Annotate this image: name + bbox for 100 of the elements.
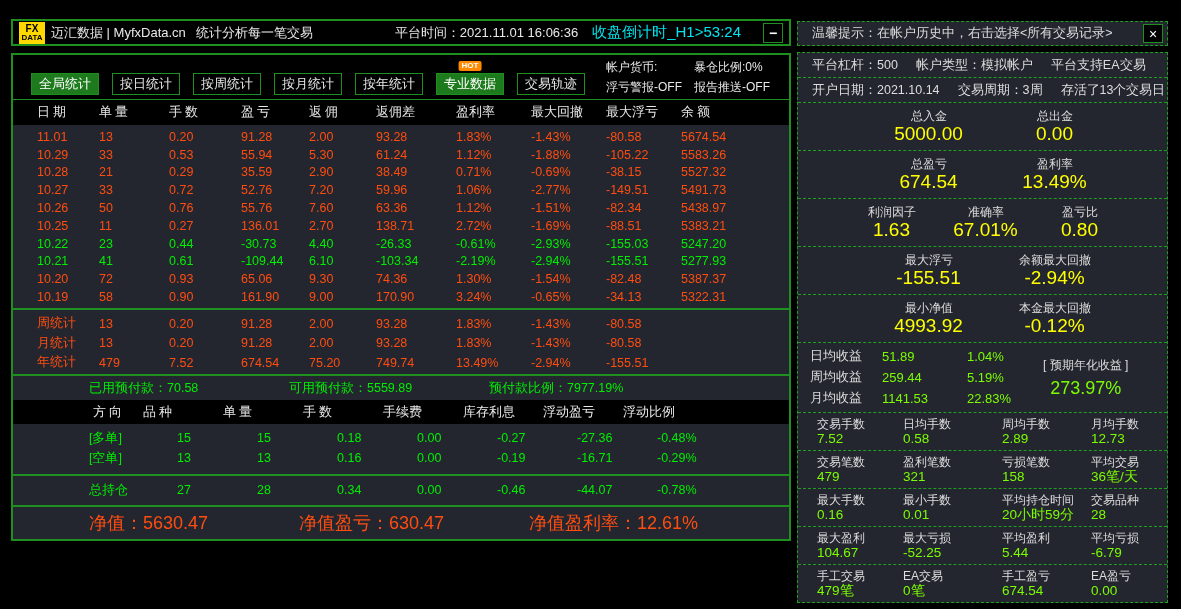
table-cell-text: 5674.54 <box>681 129 728 144</box>
brand-name: 迈汇数据 | MyfxData.cn <box>51 23 186 42</box>
table-cell-text: 11.01 <box>37 129 69 144</box>
table-cell-text: 5.30 <box>309 147 335 162</box>
table-cell-text: 52.76 <box>241 183 274 198</box>
table-cell-text: 10.26 <box>37 201 70 216</box>
table-cell-text: 55.94 <box>241 147 274 162</box>
stat-value: 674.54 <box>1002 582 1045 599</box>
stats-tab[interactable]: 专业数据 <box>436 73 504 95</box>
table-cell-text: 5322.31 <box>681 290 728 305</box>
stat-value: 4993.92 <box>894 314 963 337</box>
table-cell-text: 91.28 <box>241 336 274 351</box>
table-cell-text: 13 <box>99 129 114 144</box>
account-info: 交易周期：3周 <box>957 81 1043 99</box>
stat-label: 总盈亏 <box>910 156 947 171</box>
column-header: 日 期 <box>37 104 68 121</box>
table-cell-text: -1.54% <box>531 272 572 287</box>
table-cell-text: -103.34 <box>376 254 420 269</box>
table-cell-text: 3.24% <box>456 290 493 305</box>
table-cell-text: 75.20 <box>309 355 342 370</box>
table-cell-text: 10.27 <box>37 183 70 198</box>
table-cell-text: 13 <box>99 316 114 331</box>
table-cell-text: -0.69% <box>531 165 572 180</box>
table-cell-text: 0.44 <box>169 236 195 251</box>
table-cell-text: -88.51 <box>606 218 643 233</box>
table-cell-text: 7.52 <box>169 355 195 370</box>
table-cell-text: 10.20 <box>37 272 70 287</box>
stat-value: 273.97% <box>1050 377 1122 399</box>
stats-tab[interactable]: 按日统计 <box>112 73 180 95</box>
column-header: 返佣差 <box>376 104 416 121</box>
table-cell-text: -149.51 <box>606 183 650 198</box>
prepay-stat: 已用预付款：70.58 <box>89 379 200 397</box>
stat-value: 104.67 <box>817 544 860 561</box>
table-cell-text: -82.48 <box>606 272 643 287</box>
minimize-button[interactable]: − <box>763 22 783 43</box>
account-info: 帐户类型：模拟帐户 <box>915 56 1033 74</box>
table-cell-text: -0.78% <box>656 483 698 498</box>
table-cell-text: -1.51% <box>531 201 572 216</box>
table-cell-text: 1.83% <box>456 336 493 351</box>
table-cell-text: 58 <box>99 290 114 305</box>
table-cell-text: -0.61% <box>456 236 497 251</box>
stat-value: 0.01 <box>903 506 931 523</box>
table-cell-text: -2.94% <box>531 254 572 269</box>
table-cell-text: 10.28 <box>37 165 70 180</box>
stat-label: 总出金 <box>1036 108 1073 123</box>
table-cell-text: 5387.37 <box>681 272 728 287</box>
table-cell-text: -1.88% <box>531 147 572 162</box>
stats-tab[interactable]: 按年统计 <box>355 73 423 95</box>
table-cell-text: 周统计 <box>37 315 77 333</box>
column-header: 盈 亏 <box>241 104 272 121</box>
table-cell-text: -0.48% <box>656 431 698 446</box>
table-cell-text: 27 <box>176 483 192 498</box>
stat-value: 5.19% <box>967 370 1005 385</box>
net-value: 净值：5630.47 <box>89 512 210 536</box>
stat-label: 最小净值 <box>904 300 953 315</box>
account-info: 帐户货币: <box>606 59 659 76</box>
table-cell-text: 0.29 <box>169 165 195 180</box>
tip-text: 温馨提示：在帐户历史中，右击选择<所有交易记录> <box>812 25 1113 42</box>
stat-value: 0.00 <box>1091 582 1119 599</box>
column-header: 手续费 <box>383 403 423 421</box>
table-cell-text: 23 <box>99 236 114 251</box>
stats-tab[interactable]: 全局统计 <box>31 73 99 95</box>
stats-tab[interactable]: 按周统计 <box>193 73 261 95</box>
stat-value: 36笔/天 <box>1091 468 1139 485</box>
table-cell-text: 0.18 <box>336 431 363 446</box>
stat-value: 674.54 <box>899 170 958 193</box>
stat-value: 259.44 <box>882 370 923 385</box>
stat-label: 月均收益 <box>809 390 863 407</box>
table-cell-text: -1.43% <box>531 129 572 144</box>
table-cell-text: 74.36 <box>376 272 409 287</box>
platform-time: 平台时间：2021.11.01 16:06:36 <box>394 23 579 42</box>
stat-value: -2.94% <box>1024 266 1085 289</box>
table-cell-text: 13 <box>256 451 272 466</box>
stat-label: 本金最大回撤 <box>1018 300 1091 315</box>
account-info: 报告推送-OFF <box>694 79 771 96</box>
stat-value: -0.12% <box>1024 314 1085 337</box>
stat-label: 盈利笔数 <box>903 454 952 469</box>
table-cell-text: 5277.93 <box>681 254 728 269</box>
table-cell-text: 38.49 <box>376 165 409 180</box>
table-cell-text: 5491.73 <box>681 183 728 198</box>
table-cell-text: 50 <box>99 201 114 216</box>
stat-label: 亏损笔数 <box>1002 454 1051 469</box>
stat-label: 日均手数 <box>903 416 952 431</box>
stat-value: 2.89 <box>1002 430 1030 447</box>
table-cell-text: [空单] <box>89 449 123 467</box>
table-cell-text: 0.90 <box>169 290 195 305</box>
table-cell-text: -0.46 <box>496 483 527 498</box>
stat-value: 158 <box>1002 468 1026 485</box>
hot-badge: HOT <box>458 61 482 71</box>
close-button[interactable]: × <box>1143 24 1163 43</box>
account-info: 浮亏警报-OFF <box>606 79 683 96</box>
table-cell-text: -2.77% <box>531 183 572 198</box>
table-cell-text: -27.36 <box>576 431 614 446</box>
stat-label: 总入金 <box>910 108 947 123</box>
stats-tab[interactable]: 交易轨迹 <box>517 73 585 95</box>
stats-tab[interactable]: 按月统计 <box>274 73 342 95</box>
table-cell-text: -2.94% <box>531 355 572 370</box>
stat-value: 5.44 <box>1002 544 1030 561</box>
table-cell-text: 2.90 <box>309 165 335 180</box>
stat-label: 盈利率 <box>1036 156 1073 171</box>
